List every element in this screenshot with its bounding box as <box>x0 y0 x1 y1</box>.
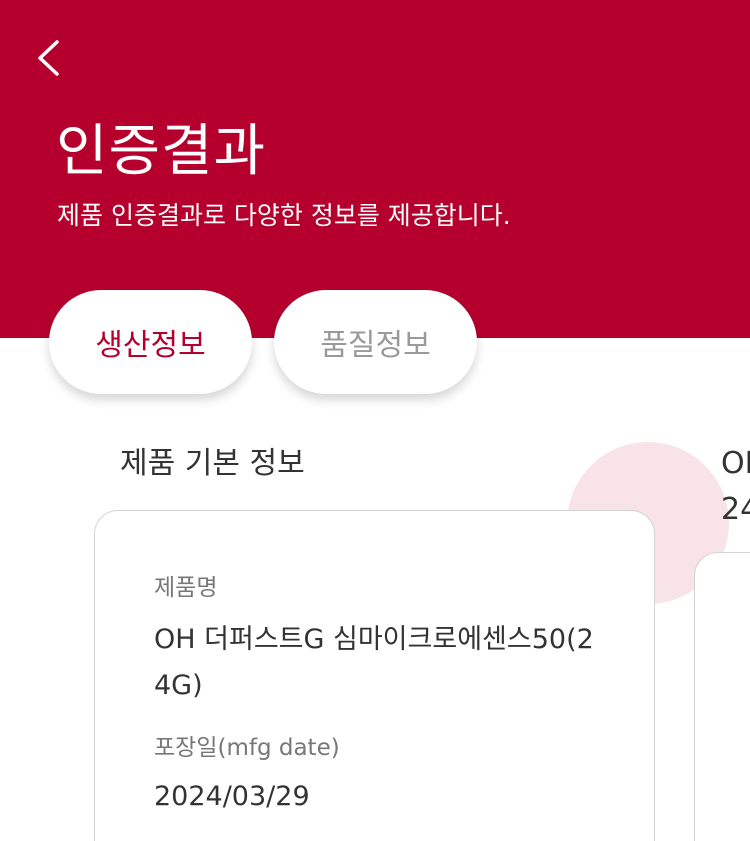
next-info-card[interactable] <box>694 552 750 841</box>
section-title-product-info: 제품 기본 정보 <box>120 446 305 481</box>
chevron-left-icon <box>24 32 76 84</box>
product-name-value: OH 더퍼스트G 심마이크로에센스50(24G) <box>154 624 594 701</box>
tab-production-info[interactable]: 생산정보 <box>49 290 252 394</box>
next-card-subtitle: 24 <box>721 492 750 527</box>
product-info-card: 제품명 OH 더퍼스트G 심마이크로에센스50(24G) 포장일(mfg dat… <box>94 510 655 841</box>
product-name-label: 제품명 <box>154 575 218 601</box>
page: 인증결과 제품 인증결과로 다양한 정보를 제공합니다. 생산정보 품질정보 제… <box>0 0 750 841</box>
packaging-date-value: 2024/03/29 <box>154 781 310 812</box>
header: 인증결과 제품 인증결과로 다양한 정보를 제공합니다. <box>0 0 750 338</box>
back-button[interactable] <box>24 32 76 84</box>
page-title: 인증결과 <box>56 119 267 184</box>
next-card-title: OI <box>721 446 750 481</box>
packaging-date-label: 포장일(mfg date) <box>154 735 340 761</box>
tab-quality-info[interactable]: 품질정보 <box>274 290 477 394</box>
page-subtitle: 제품 인증결과로 다양한 정보를 제공합니다. <box>57 201 511 230</box>
